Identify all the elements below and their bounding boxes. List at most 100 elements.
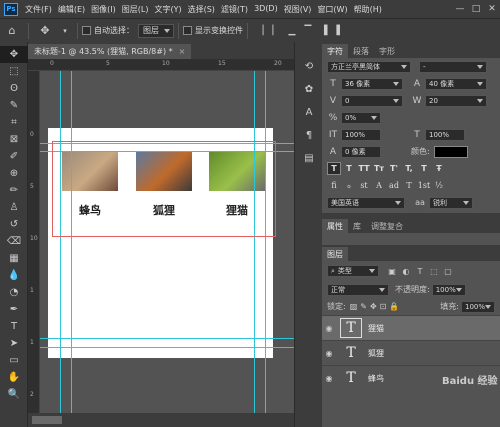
language-select[interactable]: 美国英语 (327, 196, 405, 209)
adjust-filter-icon[interactable]: ◐ (399, 267, 413, 276)
text-color-swatch[interactable] (433, 145, 468, 158)
layers-icon[interactable]: ▤ (295, 150, 323, 167)
guide[interactable] (71, 71, 72, 413)
tab-libraries[interactable]: 库 (348, 219, 366, 233)
type-style-button[interactable]: T (327, 162, 341, 175)
visibility-eye-icon[interactable]: ◉ (322, 349, 336, 358)
type-style-button[interactable]: T' (387, 162, 401, 175)
align-icon[interactable]: ▕ (254, 23, 266, 39)
tracking-field[interactable]: 20 (425, 94, 487, 107)
zoom-tool-icon[interactable]: 🔍 (0, 386, 28, 403)
type-style-button[interactable]: T, (402, 162, 416, 175)
type-style-button[interactable]: T (342, 162, 356, 175)
canvas-area[interactable]: 蜂鸟 狐狸 狸猫 (40, 71, 294, 413)
type-filter-icon[interactable]: T (413, 267, 427, 276)
opacity-field[interactable]: 100% (431, 283, 466, 296)
opentype-button[interactable]: ½ (432, 179, 446, 192)
marquee-tool-icon[interactable]: ⬚ (0, 63, 28, 80)
restore-button[interactable]: □ (468, 4, 484, 14)
tab-paragraph[interactable]: 段落 (348, 44, 374, 58)
scroll-thumb[interactable] (32, 416, 62, 424)
chevron-down-icon[interactable]: ▾ (61, 23, 69, 39)
menu-item[interactable]: 图层(L) (119, 4, 152, 15)
char-icon[interactable]: A (295, 104, 323, 121)
gradient-tool-icon[interactable]: ▦ (0, 250, 28, 267)
eraser-tool-icon[interactable]: ⌫ (0, 233, 28, 250)
healing-brush-icon[interactable]: ⊕ (0, 165, 28, 182)
menu-item[interactable]: 文件(F) (22, 4, 55, 15)
show-transform-checkbox[interactable] (183, 26, 192, 35)
lasso-tool-icon[interactable]: ʘ (0, 80, 28, 97)
horizontal-scrollbar[interactable] (28, 413, 294, 427)
vertical-scale-field[interactable]: 100% (341, 128, 381, 141)
eyedropper-tool-icon[interactable]: ✐ (0, 148, 28, 165)
blend-mode-select[interactable]: 正常 (327, 283, 389, 296)
dodge-tool-icon[interactable]: ◔ (0, 284, 28, 301)
close-window-button[interactable]: ✕ (484, 4, 500, 14)
guide[interactable] (265, 71, 266, 413)
tab-layers[interactable]: 图层 (322, 247, 348, 261)
menu-item[interactable]: 滤镜(T) (218, 4, 251, 15)
align-icon[interactable]: ▐ (318, 23, 330, 39)
blur-tool-icon[interactable]: 💧 (0, 267, 28, 284)
layer-name[interactable]: 狸猫 (368, 323, 384, 334)
document-tab[interactable]: 未标题-1 @ 43.5% (狸猫, RGB/8#) * × (28, 44, 192, 59)
menu-item[interactable]: 窗口(W) (314, 4, 350, 15)
align-icon[interactable]: ▏ (270, 23, 282, 39)
menu-item[interactable]: 3D(D) (251, 4, 281, 15)
shape-tool-icon[interactable]: ▭ (0, 352, 28, 369)
menu-item[interactable]: 选择(S) (185, 4, 218, 15)
minimize-button[interactable]: — (452, 4, 468, 14)
type-style-button[interactable]: Ŧ (432, 162, 446, 175)
type-style-button[interactable]: Tт (372, 162, 386, 175)
guide[interactable] (60, 71, 61, 413)
opentype-button[interactable]: 1st (417, 179, 431, 192)
vertical-ruler[interactable]: 0 5 10 1 1 2 (28, 71, 40, 413)
guide[interactable] (40, 347, 294, 348)
move-tool-icon[interactable]: ✥ (37, 23, 53, 39)
pixel-filter-icon[interactable]: ▣ (385, 267, 399, 276)
fill-field[interactable]: 100% (461, 300, 495, 313)
history-brush-icon[interactable]: ↺ (0, 216, 28, 233)
opentype-button[interactable]: ℴ (342, 179, 356, 192)
tab-properties[interactable]: 属性 (322, 219, 348, 233)
hand-tool-icon[interactable]: ✋ (0, 369, 28, 386)
menu-item[interactable]: 图像(I) (88, 4, 119, 15)
menu-item[interactable]: 视图(V) (281, 4, 315, 15)
menu-item[interactable]: 文字(Y) (151, 4, 184, 15)
layer-row[interactable]: ◉ T 狐狸 (322, 340, 500, 365)
menu-item[interactable]: 编辑(E) (55, 4, 88, 15)
smart-filter-icon[interactable]: ▢ (441, 267, 455, 276)
type-style-button[interactable]: TT (357, 162, 371, 175)
auto-select-dropdown[interactable]: 图层 (138, 23, 174, 38)
layer-row[interactable]: ◉ T 狸猫 (322, 315, 500, 340)
home-icon[interactable]: ⌂ (4, 23, 20, 39)
auto-select-checkbox[interactable] (82, 26, 91, 35)
align-icon[interactable]: ▁ (286, 23, 298, 39)
opentype-button[interactable]: ad (387, 179, 401, 192)
move-tool-icon[interactable]: ✥ (0, 46, 28, 63)
frame-tool-icon[interactable]: ⊠ (0, 131, 28, 148)
opentype-button[interactable]: T (402, 179, 416, 192)
menu-item[interactable]: 帮助(H) (351, 4, 385, 15)
crop-tool-icon[interactable]: ⌗ (0, 114, 28, 131)
visibility-eye-icon[interactable]: ◉ (322, 324, 336, 333)
scale-field[interactable]: 0% (341, 111, 381, 124)
close-tab-icon[interactable]: × (179, 47, 186, 56)
baseline-field[interactable]: 0 像素 (341, 145, 381, 158)
tab-glyphs[interactable]: 字形 (374, 44, 400, 58)
font-family-select[interactable]: 方正兰亭黑简体 (327, 60, 411, 73)
align-icon[interactable]: ▔ (302, 23, 314, 39)
color-icon[interactable]: ✿ (295, 81, 323, 98)
visibility-eye-icon[interactable]: ◉ (322, 374, 336, 383)
layer-name[interactable]: 狐狸 (368, 348, 384, 359)
tab-adjust-composite[interactable]: 调整复合 (366, 219, 408, 233)
guide[interactable] (254, 71, 255, 413)
align-icon[interactable]: ▌ (334, 23, 346, 39)
layer-name[interactable]: 蜂鸟 (368, 373, 384, 384)
lock-icons[interactable]: ▨✎✥⊡🔒 (350, 302, 403, 311)
stamp-tool-icon[interactable]: ♙ (0, 199, 28, 216)
kerning-field[interactable]: 0 (341, 94, 403, 107)
guide[interactable] (40, 338, 294, 339)
path-select-icon[interactable]: ➤ (0, 335, 28, 352)
